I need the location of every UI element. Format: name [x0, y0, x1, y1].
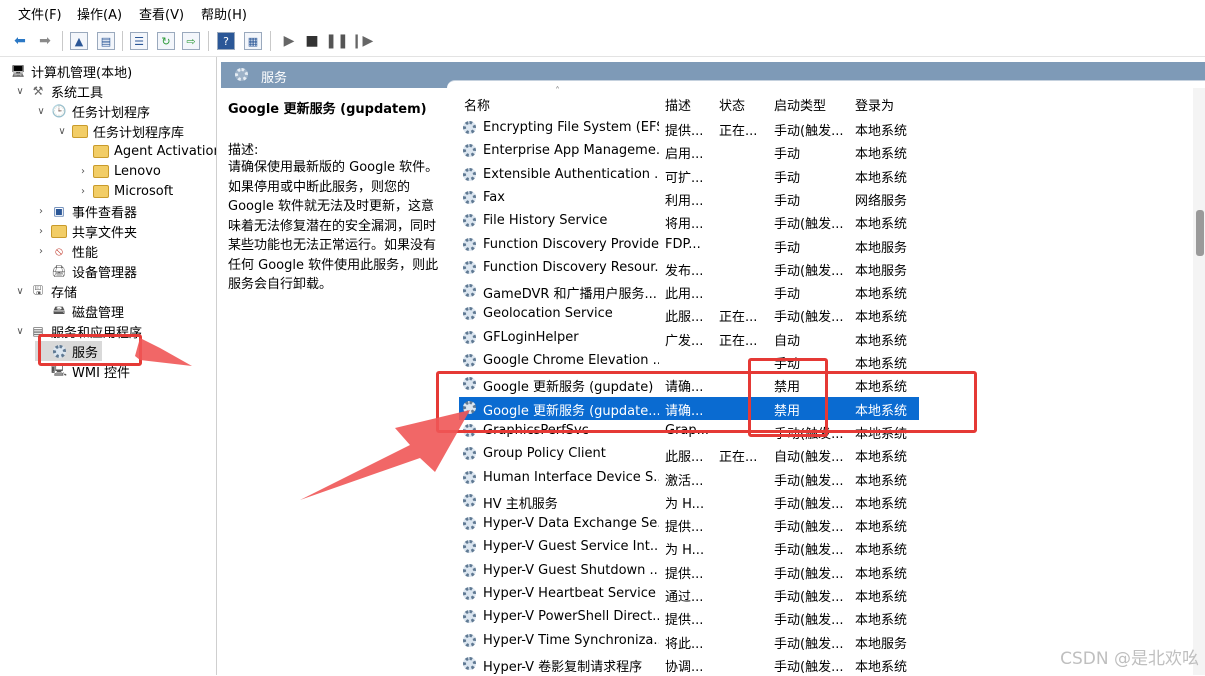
annotation-arrows — [135, 338, 470, 500]
annotation-arrow-google — [300, 410, 470, 500]
annotation-arrow-services — [135, 338, 192, 366]
watermark: CSDN @是北欢吆 — [1060, 649, 1199, 669]
